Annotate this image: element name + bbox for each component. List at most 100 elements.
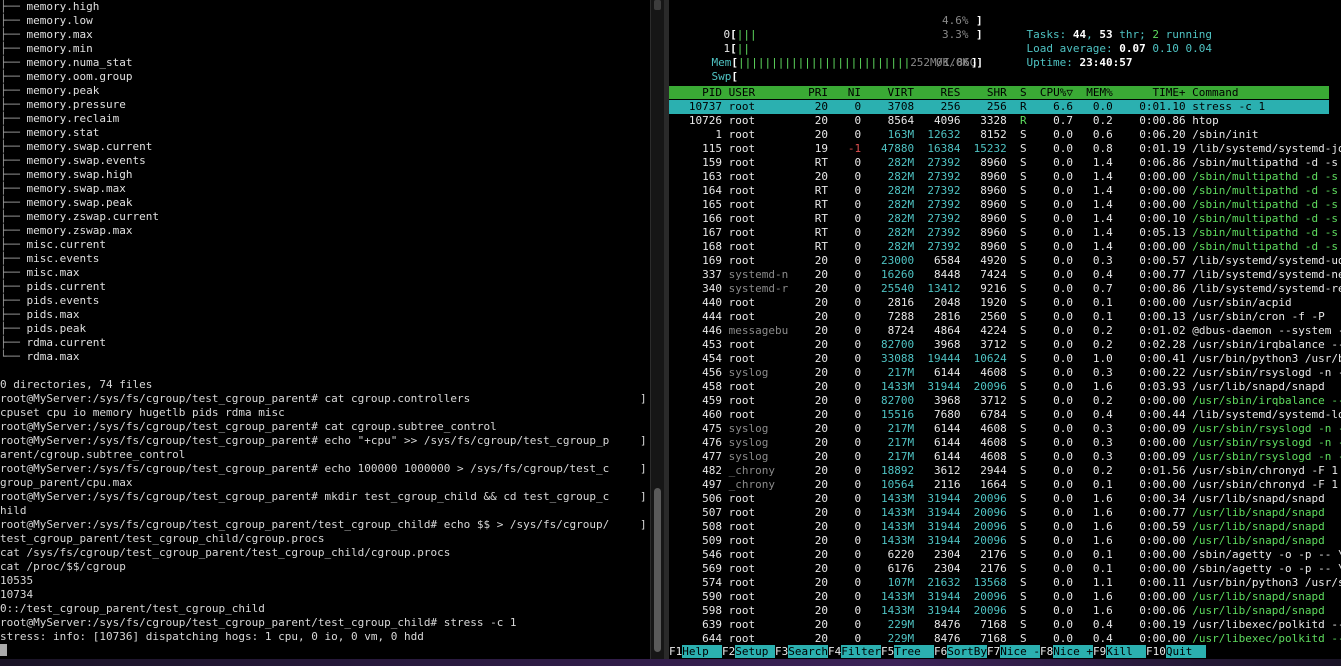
- process-cell-cpu: 0.0: [1026, 338, 1074, 351]
- process-cell-ni: 0: [827, 576, 862, 589]
- scroll-up-arrow[interactable]: [654, 0, 661, 10]
- function-key-label[interactable]: Kill: [1106, 645, 1146, 658]
- process-row[interactable]: 509 root 20 0 1433M 31944 20096 S 0.0 1.…: [669, 534, 1329, 548]
- process-cell-ni: 0: [827, 212, 862, 225]
- process-row[interactable]: 1 root 20 0 163M 12632 8152 S 0.0 0.6 0:…: [669, 128, 1329, 142]
- process-cell-mem: 0.1: [1073, 478, 1113, 491]
- process-row[interactable]: 459 root 20 0 82700 3968 3712 S 0.0 0.2 …: [669, 394, 1341, 408]
- scrollbar-thumb[interactable]: [654, 488, 661, 652]
- process-row[interactable]: 440 root 20 0 2816 2048 1920 S 0.0 0.1 0…: [669, 296, 1329, 310]
- process-row[interactable]: 569 root 20 0 6176 2304 2176 S 0.0 0.1 0…: [669, 562, 1341, 576]
- tree-file-name: rdma.max: [26, 350, 80, 363]
- process-cell-cpu: 0.0: [1026, 604, 1074, 617]
- process-cell-pid: 440: [669, 296, 722, 309]
- function-key-f3[interactable]: F3: [775, 645, 788, 658]
- process-row[interactable]: 168 root RT 0 282M 27392 8960 S 0.0 1.4 …: [669, 240, 1338, 254]
- process-row[interactable]: 508 root 20 0 1433M 31944 20096 S 0.0 1.…: [669, 520, 1329, 534]
- process-row[interactable]: 590 root 20 0 1433M 31944 20096 S 0.0 1.…: [669, 590, 1329, 604]
- function-key-f7[interactable]: F7: [987, 645, 1000, 658]
- process-table-header[interactable]: PID USER PRI NI VIRT RES SHR S CPU%▽ MEM…: [669, 86, 1329, 99]
- process-row[interactable]: 453 root 20 0 82700 3968 3712 S 0.0 0.2 …: [669, 338, 1341, 352]
- process-cell-pid: 482: [669, 464, 722, 477]
- process-cell-res: 27392: [914, 170, 961, 183]
- function-key-label[interactable]: Nice -: [1000, 645, 1040, 658]
- process-row[interactable]: 507 root 20 0 1433M 31944 20096 S 0.0 1.…: [669, 506, 1329, 520]
- process-row[interactable]: 506 root 20 0 1433M 31944 20096 S 0.0 1.…: [669, 492, 1329, 506]
- process-row[interactable]: 458 root 20 0 1433M 31944 20096 S 0.0 1.…: [669, 380, 1329, 394]
- process-cell-user: root: [721, 352, 795, 365]
- process-row[interactable]: 10737 root 20 0 3708 256 256 R 6.6 0.0 0…: [669, 100, 1329, 114]
- process-cell-ni: 0: [827, 240, 862, 253]
- process-row[interactable]: 163 root 20 0 282M 27392 8960 S 0.0 1.4 …: [669, 170, 1338, 184]
- function-key-f6[interactable]: F6: [934, 645, 947, 658]
- function-key-f4[interactable]: F4: [828, 645, 841, 658]
- process-row[interactable]: 497 _chrony 20 0 10564 2116 1664 S 0.0 0…: [669, 478, 1338, 492]
- process-cell-mem: 1.4: [1073, 170, 1113, 183]
- left-terminal-pane[interactable]: ├── memory.high ├── memory.low ├── memory.…: [0, 0, 650, 666]
- htop-pane[interactable]: 0[||| 4.6% ] 1[|| 3.3% ] Mem[|||||||||||…: [669, 0, 1341, 666]
- tree-entry: ├── memory.zswap.max: [0, 224, 132, 238]
- function-key-label[interactable]: Tree: [894, 645, 934, 658]
- process-cell-s: S: [1006, 240, 1027, 253]
- process-row[interactable]: 475 syslog 20 0 217M 6144 4608 S 0.0 0.3…: [669, 422, 1341, 436]
- function-key-f8[interactable]: F8: [1040, 645, 1053, 658]
- process-row[interactable]: 444 root 20 0 7288 2816 2560 S 0.0 0.1 0…: [669, 310, 1329, 324]
- process-row[interactable]: 482 _chrony 20 0 18892 3612 2944 S 0.0 0…: [669, 464, 1338, 478]
- process-row[interactable]: 340 systemd-r 20 0 25540 13412 9216 S 0.…: [669, 282, 1341, 296]
- process-cell-time+: 0:00.00: [1112, 240, 1186, 253]
- process-cell-cpu: 0.0: [1026, 478, 1074, 491]
- left-scrollbar[interactable]: [650, 0, 664, 666]
- process-cell-res: 8476: [914, 618, 961, 631]
- function-key-label[interactable]: SortBy: [947, 645, 987, 658]
- process-cell-virt: 1433M: [861, 590, 915, 603]
- process-row[interactable]: 546 root 20 0 6220 2304 2176 S 0.0 0.1 0…: [669, 548, 1341, 562]
- process-row[interactable]: 166 root RT 0 282M 27392 8960 S 0.0 1.4 …: [669, 212, 1338, 226]
- process-row[interactable]: 454 root 20 0 33088 19444 10624 S 0.0 1.…: [669, 352, 1341, 366]
- function-key-label[interactable]: Help: [682, 645, 722, 658]
- function-key-label[interactable]: Quit: [1165, 645, 1206, 658]
- process-cell-virt: 23000: [861, 254, 915, 267]
- process-cell-ni: 0: [827, 352, 862, 365]
- process-cell-s: S: [1006, 184, 1027, 197]
- function-key-label[interactable]: Filter: [841, 645, 881, 658]
- tree-entry: ├── memory.high: [0, 0, 99, 14]
- function-key-label[interactable]: Search: [788, 645, 828, 658]
- tree-entry: ├── memory.swap.max: [0, 182, 126, 196]
- process-cell-shr: 4608: [960, 366, 1007, 379]
- process-row[interactable]: 337 systemd-n 20 0 16260 8448 7424 S 0.0…: [669, 268, 1341, 282]
- function-key-f5[interactable]: F5: [881, 645, 894, 658]
- process-row[interactable]: 446 messagebu 20 0 8724 4864 4224 S 0.0 …: [669, 324, 1341, 338]
- function-key-label[interactable]: Nice +: [1053, 645, 1093, 658]
- process-row[interactable]: 167 root RT 0 282M 27392 8960 S 0.0 1.4 …: [669, 226, 1338, 240]
- tree-branch: ├──: [0, 308, 27, 321]
- process-row[interactable]: 460 root 20 0 15516 7680 6784 S 0.0 0.4 …: [669, 408, 1341, 422]
- process-cell-ni: 0: [827, 380, 862, 393]
- process-cell-ni: 0: [827, 296, 862, 309]
- function-key-f1[interactable]: F1: [669, 645, 682, 658]
- process-cell-user: root: [721, 618, 795, 631]
- process-row[interactable]: 164 root RT 0 282M 27392 8960 S 0.0 1.4 …: [669, 184, 1338, 198]
- process-row[interactable]: 165 root RT 0 282M 27392 8960 S 0.0 1.4 …: [669, 198, 1338, 212]
- function-key-bar[interactable]: F1Help F2Setup F3SearchF4FilterF5Tree F6…: [669, 645, 1341, 659]
- process-row[interactable]: 10726 root 20 0 8564 4096 3328 R 0.7 0.2…: [669, 114, 1329, 128]
- process-row[interactable]: 639 root 20 0 229M 8476 7168 S 0.0 0.4 0…: [669, 618, 1341, 632]
- process-row[interactable]: 476 syslog 20 0 217M 6144 4608 S 0.0 0.3…: [669, 436, 1341, 450]
- process-row[interactable]: 477 syslog 20 0 217M 6144 4608 S 0.0 0.3…: [669, 450, 1341, 464]
- process-row[interactable]: 574 root 20 0 107M 21632 13568 S 0.0 1.1…: [669, 576, 1341, 590]
- process-row[interactable]: 115 root 19 -1 47880 16384 15232 S 0.0 0…: [669, 142, 1341, 156]
- process-row[interactable]: 456 syslog 20 0 217M 6144 4608 S 0.0 0.3…: [669, 366, 1341, 380]
- process-row[interactable]: 644 root 20 0 229M 8476 7168 S 0.0 0.4 0…: [669, 632, 1341, 646]
- function-key-f2[interactable]: F2: [722, 645, 735, 658]
- tree-entry: ├── pids.current: [0, 280, 106, 294]
- process-row[interactable]: 169 root 20 0 23000 6584 4920 S 0.0 0.3 …: [669, 254, 1341, 268]
- process-cell-command: /lib/systemd/systemd-resolved: [1192, 282, 1341, 295]
- process-cell-pri: 20: [794, 380, 828, 393]
- function-key-f10[interactable]: F10: [1146, 645, 1166, 658]
- function-key-label[interactable]: Setup: [735, 645, 775, 658]
- process-cell-virt: 229M: [861, 632, 915, 645]
- process-cell-time+: 0:00.86: [1112, 282, 1186, 295]
- process-row[interactable]: 159 root RT 0 282M 27392 8960 S 0.0 1.4 …: [669, 156, 1338, 170]
- function-key-f9[interactable]: F9: [1093, 645, 1106, 658]
- process-cell-ni: 0: [827, 450, 862, 463]
- process-row[interactable]: 598 root 20 0 1433M 31944 20096 S 0.0 1.…: [669, 604, 1329, 618]
